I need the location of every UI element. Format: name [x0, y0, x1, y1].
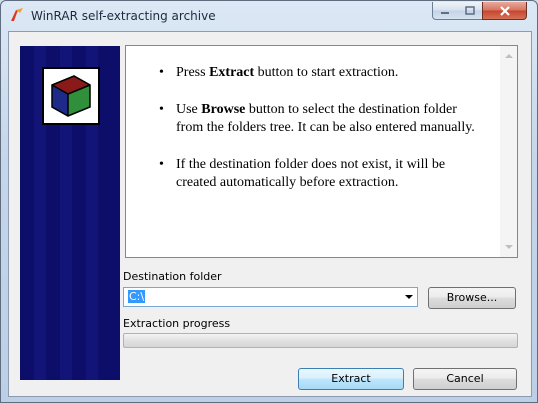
instruction-item: • Press Extract button to start extracti…	[156, 64, 486, 82]
browse-button[interactable]: Browse...	[428, 287, 516, 309]
bullet-icon: •	[159, 157, 164, 172]
scroll-up-icon[interactable]	[505, 54, 513, 58]
chevron-down-icon[interactable]	[405, 295, 413, 299]
bullet-icon: •	[159, 65, 164, 80]
instruction-text: Use	[176, 102, 202, 117]
minimize-button[interactable]	[432, 2, 458, 20]
winrar-books-icon	[51, 75, 91, 117]
sfx-dialog-window: WinRAR self-extracting archive • Press E…	[0, 0, 538, 403]
dialog-client-area: • Press Extract button to start extracti…	[8, 31, 532, 397]
destination-folder-combobox[interactable]: C:\	[123, 287, 418, 307]
instruction-bold: Browse	[201, 102, 246, 117]
maximize-icon	[464, 6, 475, 15]
destination-folder-label: Destination folder	[123, 270, 222, 283]
instruction-text: button to start extraction.	[254, 65, 399, 80]
window-title: WinRAR self-extracting archive	[31, 9, 216, 23]
side-banner	[20, 46, 120, 380]
instruction-item: • Use Browse button to select the destin…	[156, 101, 486, 137]
logo-frame	[42, 67, 100, 125]
instructions-box[interactable]: • Press Extract button to start extracti…	[125, 45, 518, 258]
instruction-item: • If the destination folder does not exi…	[156, 156, 486, 192]
winrar-icon	[11, 8, 23, 21]
bullet-icon: •	[159, 102, 164, 117]
maximize-button[interactable]	[457, 2, 483, 20]
extraction-progress-label: Extraction progress	[123, 317, 231, 330]
close-icon	[499, 5, 510, 16]
instruction-text: If the destination folder does not exist…	[176, 157, 446, 190]
extract-button[interactable]: Extract	[298, 368, 404, 390]
minimize-icon	[441, 11, 449, 14]
instruction-bold: Extract	[209, 65, 255, 80]
title-bar[interactable]: WinRAR self-extracting archive	[1, 1, 537, 31]
scroll-down-icon[interactable]	[505, 245, 513, 249]
instruction-text: Press	[176, 65, 210, 80]
close-button[interactable]	[482, 2, 527, 20]
destination-folder-value[interactable]: C:\	[128, 290, 146, 303]
cancel-button[interactable]: Cancel	[413, 368, 517, 390]
instructions-list: • Press Extract button to start extracti…	[156, 64, 486, 211]
extraction-progress-bar	[123, 333, 518, 348]
vertical-scrollbar[interactable]	[500, 46, 517, 257]
